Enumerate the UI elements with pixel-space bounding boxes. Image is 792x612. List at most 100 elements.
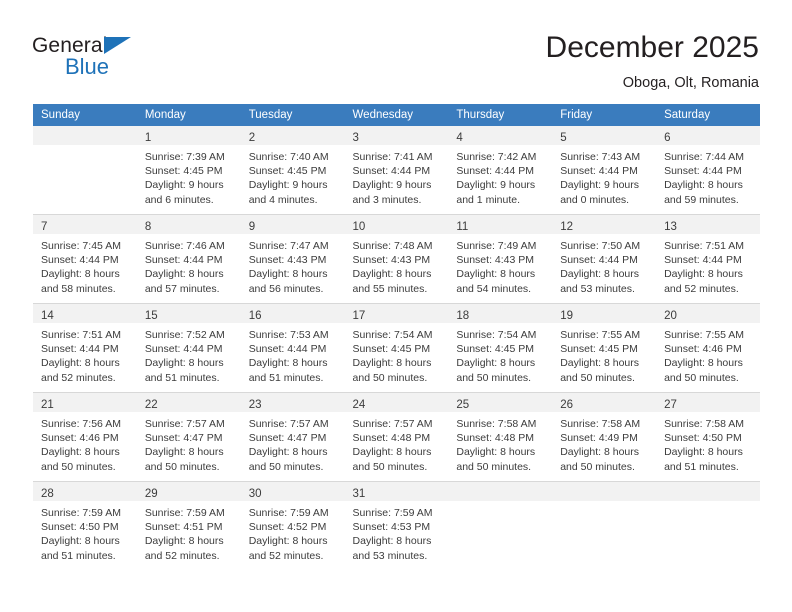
sunset-text: Sunset: 4:52 PM — [248, 521, 327, 534]
daylight-text-line2: and 55 minutes. — [352, 282, 428, 295]
daylight-text-line2: and 54 minutes. — [456, 282, 532, 295]
sunrise-text: Sunrise: 7:58 AM — [560, 418, 641, 430]
day-number: 19 — [560, 310, 574, 322]
daylight-text-line1: Daylight: 9 hours — [560, 179, 640, 192]
calendar-day-cell[interactable]: 24 Sunrise: 7:57 AM Sunset: 4:48 PM Dayligh… — [344, 392, 449, 482]
day-details: Sunrise: 7:39 AM Sunset: 4:45 PM Daylight:… — [137, 145, 241, 207]
daylight-text-line1: Daylight: 8 hours — [664, 446, 743, 459]
day-number-bar: 8 — [136, 215, 241, 234]
sunrise-text: Sunrise: 7:57 AM — [352, 418, 433, 430]
weekday-header-sunday: Sunday — [33, 104, 137, 126]
calendar-day-cell[interactable]: 13 Sunrise: 7:51 AM Sunset: 4:44 PM Dayligh… — [656, 214, 760, 304]
sunrise-text: Sunrise: 7:45 AM — [41, 240, 121, 252]
day-number: 13 — [664, 221, 677, 233]
calendar-day-cell[interactable]: 21 Sunrise: 7:56 AM Sunset: 4:46 PM Dayligh… — [33, 392, 137, 482]
daylight-text-line2: and 50 minutes. — [560, 460, 635, 473]
sunset-text: Sunset: 4:44 PM — [41, 254, 119, 267]
day-number-bar: 14 — [33, 304, 137, 323]
day-number-bar: 26 — [552, 393, 657, 412]
general-blue-logo[interactable]: General Blue — [32, 34, 162, 86]
weekday-header-tuesday: Tuesday — [240, 104, 345, 126]
daylight-text-line2: and 1 minute. — [456, 193, 521, 206]
calendar-day-cell[interactable]: 2 Sunrise: 7:40 AM Sunset: 4:45 PM Daylight… — [240, 126, 345, 215]
day-number: 30 — [248, 488, 262, 500]
day-number: 5 — [560, 132, 567, 144]
calendar-day-cell[interactable]: 27 Sunrise: 7:58 AM Sunset: 4:50 PM Dayligh… — [656, 392, 760, 482]
day-number: 15 — [144, 310, 158, 322]
calendar-week-row: 28 Sunrise: 7:59 AM Sunset: 4:50 PM Dayligh… — [33, 481, 760, 570]
daylight-text-line2: and 52 minutes. — [41, 371, 116, 384]
sunset-text: Sunset: 4:47 PM — [248, 432, 327, 445]
day-number-bar: 16 — [240, 304, 345, 323]
calendar-day-cell[interactable]: 9 Sunrise: 7:47 AM Sunset: 4:43 PM Daylight… — [240, 214, 345, 304]
sunrise-text: Sunrise: 7:54 AM — [456, 329, 537, 341]
day-details: Sunrise: 7:50 AM Sunset: 4:44 PM Daylight:… — [552, 234, 656, 296]
daylight-text-line1: Daylight: 8 hours — [144, 268, 224, 281]
calendar-day-cell[interactable]: 8 Sunrise: 7:46 AM Sunset: 4:44 PM Daylight… — [136, 214, 241, 304]
daylight-text-line1: Daylight: 9 hours — [248, 179, 328, 192]
day-details: Sunrise: 7:43 AM Sunset: 4:44 PM Daylight:… — [552, 145, 656, 207]
day-number: 23 — [248, 399, 262, 411]
daylight-text-line2: and 50 minutes. — [352, 460, 428, 473]
day-number-bar: 1 — [136, 126, 241, 145]
sunset-text: Sunset: 4:44 PM — [456, 165, 535, 178]
calendar-day-cell[interactable]: 16 Sunrise: 7:53 AM Sunset: 4:44 PM Dayligh… — [240, 303, 345, 393]
sunset-text: Sunset: 4:43 PM — [456, 254, 535, 267]
sunset-text: Sunset: 4:44 PM — [144, 254, 223, 267]
day-number-bar: 23 — [240, 393, 345, 412]
calendar-day-cell[interactable]: 7 Sunrise: 7:45 AM Sunset: 4:44 PM Daylight… — [33, 214, 137, 304]
calendar-day-cell[interactable]: 26 Sunrise: 7:58 AM Sunset: 4:49 PM Dayligh… — [552, 392, 657, 482]
calendar-day-cell[interactable]: 15 Sunrise: 7:52 AM Sunset: 4:44 PM Dayligh… — [136, 303, 241, 393]
calendar-page: General Blue December 2025 Oboga, Olt, R… — [0, 0, 792, 612]
day-number-bar: 5 — [552, 126, 657, 145]
calendar-day-cell[interactable]: 14 Sunrise: 7:51 AM Sunset: 4:44 PM Dayligh… — [33, 303, 137, 393]
calendar-day-cell[interactable]: 28 Sunrise: 7:59 AM Sunset: 4:50 PM Dayligh… — [33, 481, 137, 570]
calendar-day-cell[interactable]: 25 Sunrise: 7:58 AM Sunset: 4:48 PM Dayligh… — [448, 392, 553, 482]
day-number: 9 — [248, 221, 256, 233]
calendar-day-cell[interactable]: 1 Sunrise: 7:39 AM Sunset: 4:45 PM Daylight… — [136, 126, 241, 215]
daylight-text-line1: Daylight: 8 hours — [456, 446, 536, 459]
daylight-text-line1: Daylight: 8 hours — [664, 179, 743, 192]
calendar-day-cell[interactable]: 19 Sunrise: 7:55 AM Sunset: 4:45 PM Dayligh… — [552, 303, 657, 393]
day-details: Sunrise: 7:51 AM Sunset: 4:44 PM Daylight:… — [33, 323, 137, 385]
daylight-text-line2: and 50 minutes. — [664, 371, 739, 384]
day-number: 22 — [144, 399, 158, 411]
calendar-day-cell[interactable]: 22 Sunrise: 7:57 AM Sunset: 4:47 PM Dayligh… — [136, 392, 241, 482]
sunset-text: Sunset: 4:46 PM — [41, 432, 119, 445]
calendar-day-cell[interactable]: 10 Sunrise: 7:48 AM Sunset: 4:43 PM Dayligh… — [344, 214, 449, 304]
day-number: 25 — [456, 399, 470, 411]
calendar-day-cell[interactable]: 18 Sunrise: 7:54 AM Sunset: 4:45 PM Dayligh… — [448, 303, 553, 393]
calendar-day-cell[interactable]: 31 Sunrise: 7:59 AM Sunset: 4:53 PM Dayligh… — [344, 481, 449, 570]
calendar-day-cell[interactable]: 20 Sunrise: 7:55 AM Sunset: 4:46 PM Dayligh… — [656, 303, 760, 393]
day-number: 31 — [352, 488, 366, 500]
calendar-day-cell[interactable]: 5 Sunrise: 7:43 AM Sunset: 4:44 PM Daylight… — [552, 126, 657, 215]
day-number-bar: 2 — [240, 126, 345, 145]
sunrise-text: Sunrise: 7:57 AM — [144, 418, 225, 430]
day-number: 7 — [41, 221, 48, 233]
day-details: Sunrise: 7:45 AM Sunset: 4:44 PM Daylight:… — [33, 234, 137, 296]
daylight-text-line2: and 4 minutes. — [248, 193, 318, 206]
calendar-day-cell[interactable]: 17 Sunrise: 7:54 AM Sunset: 4:45 PM Dayligh… — [344, 303, 449, 393]
calendar-day-cell[interactable]: 12 Sunrise: 7:50 AM Sunset: 4:44 PM Dayligh… — [552, 214, 657, 304]
daylight-text-line2: and 59 minutes. — [664, 193, 739, 206]
sunrise-text: Sunrise: 7:49 AM — [456, 240, 537, 252]
calendar-day-cell[interactable]: 23 Sunrise: 7:57 AM Sunset: 4:47 PM Dayligh… — [240, 392, 345, 482]
day-number: 29 — [144, 488, 158, 500]
day-number: 28 — [41, 488, 54, 500]
calendar-day-cell[interactable]: 3 Sunrise: 7:41 AM Sunset: 4:44 PM Daylight… — [344, 126, 449, 215]
daylight-text-line2: and 50 minutes. — [456, 460, 532, 473]
weekday-header-thursday: Thursday — [448, 104, 553, 126]
day-details: Sunrise: 7:55 AM Sunset: 4:46 PM Daylight:… — [656, 323, 760, 385]
weekday-header-saturday: Saturday — [656, 104, 760, 126]
calendar-day-cell[interactable]: 4 Sunrise: 7:42 AM Sunset: 4:44 PM Daylight… — [448, 126, 553, 215]
daylight-text-line2: and 53 minutes. — [352, 549, 428, 562]
calendar-day-cell-empty — [33, 126, 137, 215]
day-details: Sunrise: 7:54 AM Sunset: 4:45 PM Daylight:… — [448, 323, 552, 385]
daylight-text-line1: Daylight: 8 hours — [560, 268, 640, 281]
calendar-day-cell[interactable]: 11 Sunrise: 7:49 AM Sunset: 4:43 PM Dayligh… — [448, 214, 553, 304]
calendar-day-cell[interactable]: 6 Sunrise: 7:44 AM Sunset: 4:44 PM Daylight… — [656, 126, 760, 215]
day-number-bar: 4 — [448, 126, 553, 145]
calendar-day-cell[interactable]: 30 Sunrise: 7:59 AM Sunset: 4:52 PM Dayligh… — [240, 481, 345, 570]
calendar-day-cell[interactable]: 29 Sunrise: 7:59 AM Sunset: 4:51 PM Dayligh… — [136, 481, 241, 570]
day-details: Sunrise: 7:49 AM Sunset: 4:43 PM Daylight:… — [448, 234, 552, 296]
